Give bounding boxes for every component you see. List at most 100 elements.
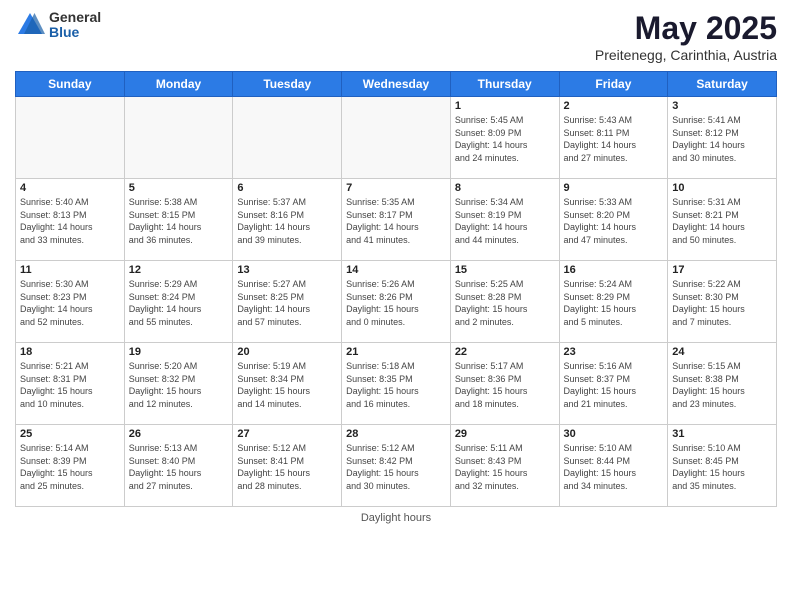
calendar-cell: 30 Sunrise: 5:10 AM Sunset: 8:44 PM Dayli… (559, 425, 668, 507)
logo: General Blue (15, 10, 101, 41)
day-info: Sunrise: 5:11 AM Sunset: 8:43 PM Dayligh… (455, 442, 555, 492)
calendar-week-0: 1 Sunrise: 5:45 AM Sunset: 8:09 PM Daylig… (16, 97, 777, 179)
day-info: Sunrise: 5:18 AM Sunset: 8:35 PM Dayligh… (346, 360, 446, 410)
day-number: 19 (129, 346, 229, 358)
calendar-cell (233, 97, 342, 179)
day-info: Sunrise: 5:27 AM Sunset: 8:25 PM Dayligh… (237, 278, 337, 328)
day-info: Sunrise: 5:13 AM Sunset: 8:40 PM Dayligh… (129, 442, 229, 492)
calendar-week-4: 25 Sunrise: 5:14 AM Sunset: 8:39 PM Dayli… (16, 425, 777, 507)
day-info: Sunrise: 5:20 AM Sunset: 8:32 PM Dayligh… (129, 360, 229, 410)
calendar-cell: 12 Sunrise: 5:29 AM Sunset: 8:24 PM Dayli… (124, 261, 233, 343)
day-info: Sunrise: 5:19 AM Sunset: 8:34 PM Dayligh… (237, 360, 337, 410)
day-number: 24 (672, 346, 772, 358)
page: General Blue May 2025 Preitenegg, Carint… (0, 0, 792, 612)
calendar-cell: 24 Sunrise: 5:15 AM Sunset: 8:38 PM Dayli… (668, 343, 777, 425)
calendar-cell: 15 Sunrise: 5:25 AM Sunset: 8:28 PM Dayli… (450, 261, 559, 343)
day-info: Sunrise: 5:45 AM Sunset: 8:09 PM Dayligh… (455, 114, 555, 164)
day-number: 1 (455, 100, 555, 112)
day-number: 20 (237, 346, 337, 358)
calendar-cell: 29 Sunrise: 5:11 AM Sunset: 8:43 PM Dayli… (450, 425, 559, 507)
title-area: May 2025 Preitenegg, Carinthia, Austria (595, 10, 777, 63)
logo-icon (15, 10, 45, 40)
day-info: Sunrise: 5:12 AM Sunset: 8:41 PM Dayligh… (237, 442, 337, 492)
day-info: Sunrise: 5:14 AM Sunset: 8:39 PM Dayligh… (20, 442, 120, 492)
header-day-sunday: Sunday (16, 72, 125, 97)
day-info: Sunrise: 5:24 AM Sunset: 8:29 PM Dayligh… (564, 278, 664, 328)
day-number: 23 (564, 346, 664, 358)
calendar-cell: 16Sunrise: 5:24 AM Sunset: 8:29 PM Dayli… (559, 261, 668, 343)
day-number: 7 (346, 182, 446, 194)
day-number: 12 (129, 264, 229, 276)
header-day-thursday: Thursday (450, 72, 559, 97)
calendar-cell: 27Sunrise: 5:12 AM Sunset: 8:41 PM Dayli… (233, 425, 342, 507)
calendar-cell: 9Sunrise: 5:33 AM Sunset: 8:20 PM Daylig… (559, 179, 668, 261)
day-number: 3 (672, 100, 772, 112)
calendar-cell: 20 Sunrise: 5:19 AM Sunset: 8:34 PM Dayli… (233, 343, 342, 425)
day-number: 21 (346, 346, 446, 358)
day-info: Sunrise: 5:35 AM Sunset: 8:17 PM Dayligh… (346, 196, 446, 246)
day-info: Sunrise: 5:26 AM Sunset: 8:26 PM Dayligh… (346, 278, 446, 328)
month-title: May 2025 (595, 10, 777, 47)
day-info: Sunrise: 5:15 AM Sunset: 8:38 PM Dayligh… (672, 360, 772, 410)
calendar-cell: 31Sunrise: 5:10 AM Sunset: 8:45 PM Dayli… (668, 425, 777, 507)
calendar-cell (124, 97, 233, 179)
calendar-cell: 14 Sunrise: 5:26 AM Sunset: 8:26 PM Dayli… (342, 261, 451, 343)
calendar-cell (342, 97, 451, 179)
day-info: Sunrise: 5:21 AM Sunset: 8:31 PM Dayligh… (20, 360, 120, 410)
day-info: Sunrise: 5:22 AM Sunset: 8:30 PM Dayligh… (672, 278, 772, 328)
day-info: Sunrise: 5:10 AM Sunset: 8:44 PM Dayligh… (564, 442, 664, 492)
calendar-week-2: 11 Sunrise: 5:30 AM Sunset: 8:23 PM Dayli… (16, 261, 777, 343)
day-number: 4 (20, 182, 120, 194)
day-number: 25 (20, 428, 120, 440)
footer-note: Daylight hours (15, 512, 777, 524)
calendar-cell: 23 Sunrise: 5:16 AM Sunset: 8:37 PM Dayli… (559, 343, 668, 425)
location: Preitenegg, Carinthia, Austria (595, 47, 777, 63)
day-info: Sunrise: 5:31 AM Sunset: 8:21 PM Dayligh… (672, 196, 772, 246)
day-number: 15 (455, 264, 555, 276)
calendar-cell: 10 Sunrise: 5:31 AM Sunset: 8:21 PM Dayli… (668, 179, 777, 261)
calendar-body: 1 Sunrise: 5:45 AM Sunset: 8:09 PM Daylig… (16, 97, 777, 507)
day-info: Sunrise: 5:40 AM Sunset: 8:13 PM Dayligh… (20, 196, 120, 246)
logo-blue-text: Blue (49, 25, 101, 40)
calendar-cell: 26 Sunrise: 5:13 AM Sunset: 8:40 PM Dayli… (124, 425, 233, 507)
day-number: 26 (129, 428, 229, 440)
day-number: 30 (564, 428, 664, 440)
day-info: Sunrise: 5:30 AM Sunset: 8:23 PM Dayligh… (20, 278, 120, 328)
day-number: 29 (455, 428, 555, 440)
day-info: Sunrise: 5:37 AM Sunset: 8:16 PM Dayligh… (237, 196, 337, 246)
day-info: Sunrise: 5:29 AM Sunset: 8:24 PM Dayligh… (129, 278, 229, 328)
day-info: Sunrise: 5:25 AM Sunset: 8:28 PM Dayligh… (455, 278, 555, 328)
day-number: 14 (346, 264, 446, 276)
calendar-week-1: 4 Sunrise: 5:40 AM Sunset: 8:13 PM Daylig… (16, 179, 777, 261)
day-number: 6 (237, 182, 337, 194)
calendar-cell: 3Sunrise: 5:41 AM Sunset: 8:12 PM Daylig… (668, 97, 777, 179)
day-info: Sunrise: 5:34 AM Sunset: 8:19 PM Dayligh… (455, 196, 555, 246)
calendar-cell: 7 Sunrise: 5:35 AM Sunset: 8:17 PM Daylig… (342, 179, 451, 261)
day-info: Sunrise: 5:17 AM Sunset: 8:36 PM Dayligh… (455, 360, 555, 410)
header-day-tuesday: Tuesday (233, 72, 342, 97)
calendar-cell: 11 Sunrise: 5:30 AM Sunset: 8:23 PM Dayli… (16, 261, 125, 343)
day-info: Sunrise: 5:43 AM Sunset: 8:11 PM Dayligh… (564, 114, 664, 164)
header-row: SundayMondayTuesdayWednesdayThursdayFrid… (16, 72, 777, 97)
header-day-monday: Monday (124, 72, 233, 97)
day-number: 11 (20, 264, 120, 276)
day-number: 2 (564, 100, 664, 112)
calendar-cell: 4 Sunrise: 5:40 AM Sunset: 8:13 PM Daylig… (16, 179, 125, 261)
day-info: Sunrise: 5:38 AM Sunset: 8:15 PM Dayligh… (129, 196, 229, 246)
calendar-table: SundayMondayTuesdayWednesdayThursdayFrid… (15, 71, 777, 507)
calendar-cell: 13 Sunrise: 5:27 AM Sunset: 8:25 PM Dayli… (233, 261, 342, 343)
calendar-cell: 5 Sunrise: 5:38 AM Sunset: 8:15 PM Daylig… (124, 179, 233, 261)
day-number: 28 (346, 428, 446, 440)
calendar-cell: 1 Sunrise: 5:45 AM Sunset: 8:09 PM Daylig… (450, 97, 559, 179)
calendar-cell: 18Sunrise: 5:21 AM Sunset: 8:31 PM Dayli… (16, 343, 125, 425)
header: General Blue May 2025 Preitenegg, Carint… (15, 10, 777, 63)
day-number: 8 (455, 182, 555, 194)
day-number: 13 (237, 264, 337, 276)
day-number: 5 (129, 182, 229, 194)
logo-text: General Blue (49, 10, 101, 41)
calendar-week-3: 18Sunrise: 5:21 AM Sunset: 8:31 PM Dayli… (16, 343, 777, 425)
header-day-saturday: Saturday (668, 72, 777, 97)
day-info: Sunrise: 5:16 AM Sunset: 8:37 PM Dayligh… (564, 360, 664, 410)
day-number: 10 (672, 182, 772, 194)
calendar-cell: 19 Sunrise: 5:20 AM Sunset: 8:32 PM Dayli… (124, 343, 233, 425)
